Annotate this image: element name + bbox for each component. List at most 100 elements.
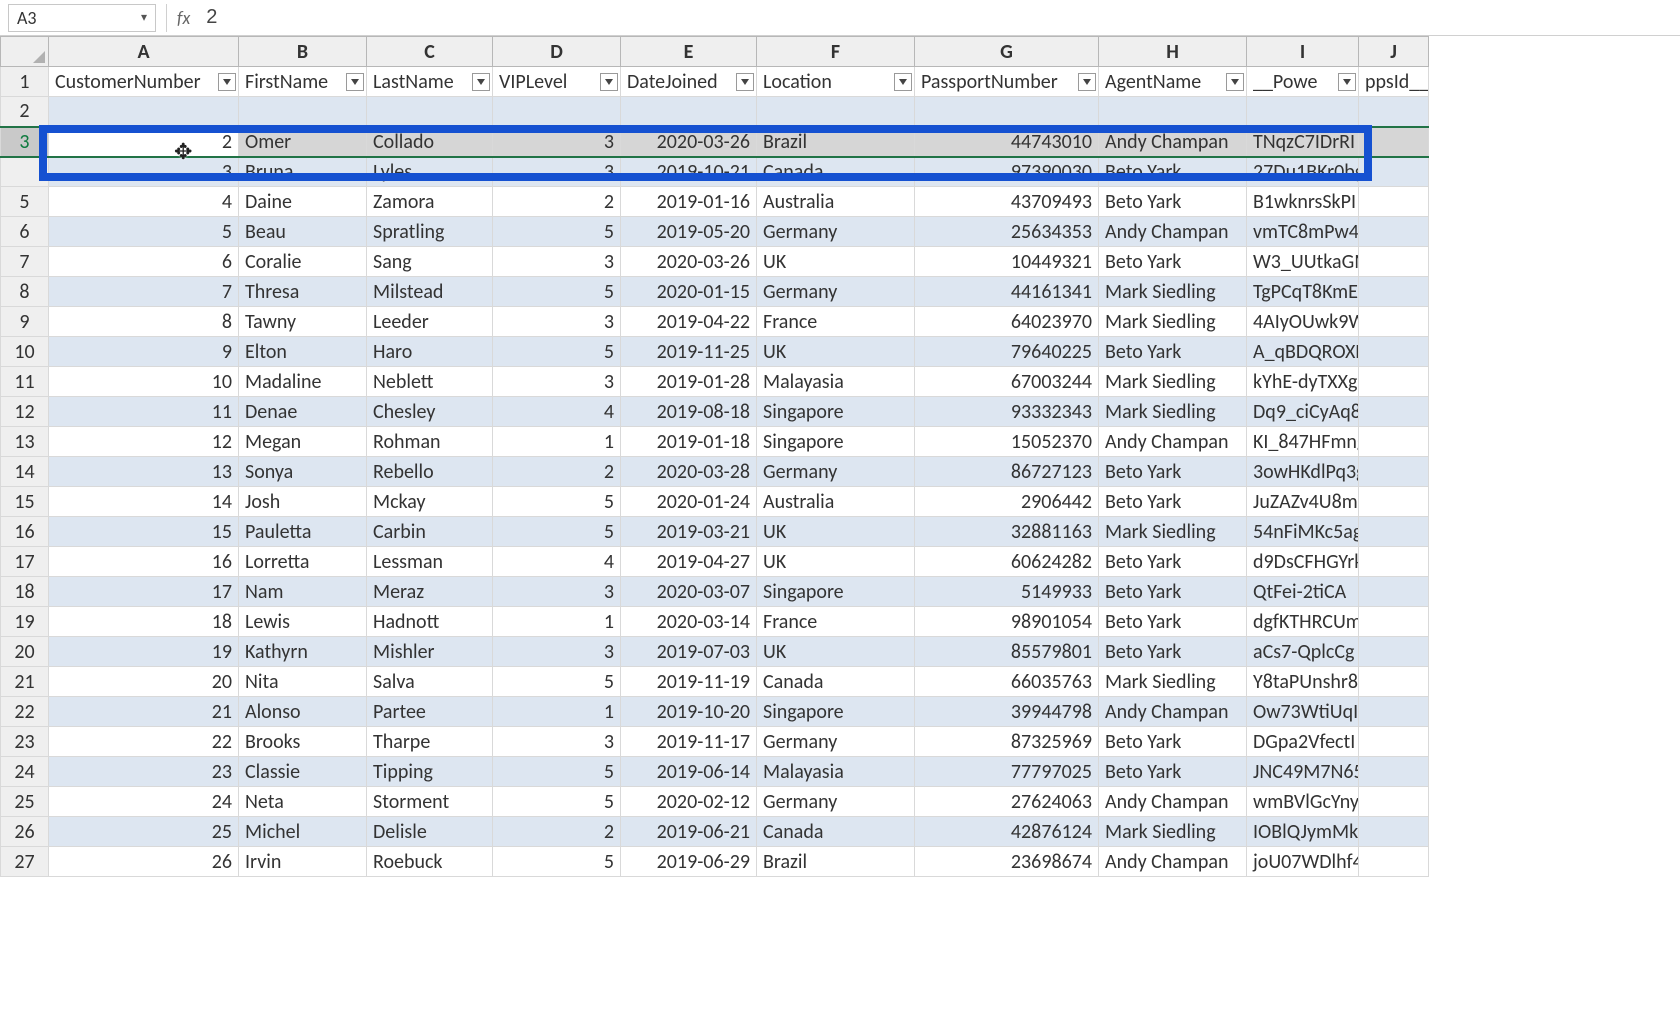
- cell[interactable]: Rohman: [367, 427, 493, 457]
- table-row[interactable]: 76CoralieSang32020-03-26UK10449321Beto Y…: [1, 247, 1429, 277]
- cell[interactable]: KI_847HFmng: [1247, 427, 1359, 457]
- header-lastname[interactable]: LastName: [367, 67, 493, 97]
- col-header-E[interactable]: E: [621, 37, 757, 67]
- cell[interactable]: joU07WDlhf4: [1247, 847, 1359, 877]
- row-header-21[interactable]: 21: [1, 667, 49, 697]
- cell[interactable]: 39944798: [915, 697, 1099, 727]
- cell[interactable]: Meraz: [367, 577, 493, 607]
- cell[interactable]: Dq9_ciCyAq8: [1247, 397, 1359, 427]
- row-header-15[interactable]: 15: [1, 487, 49, 517]
- cell[interactable]: 2020-03-07: [621, 577, 757, 607]
- cell[interactable]: IOBlQJymMkY: [1247, 817, 1359, 847]
- cell[interactable]: [1359, 337, 1429, 367]
- cell[interactable]: 25: [49, 817, 239, 847]
- cell[interactable]: 2019-01-16: [621, 187, 757, 217]
- cell[interactable]: [1359, 307, 1429, 337]
- cell[interactable]: 15052370: [915, 427, 1099, 457]
- cell[interactable]: 3: [493, 307, 621, 337]
- filter-dropdown-icon[interactable]: [472, 73, 490, 91]
- fx-label[interactable]: fx: [177, 7, 190, 29]
- cell[interactable]: Coralie: [239, 247, 367, 277]
- cell[interactable]: 67003244: [915, 367, 1099, 397]
- cell[interactable]: Canada: [757, 667, 915, 697]
- cell[interactable]: 97390030: [915, 157, 1099, 187]
- table-row[interactable]: 54DaineZamora22019-01-16Australia4370949…: [1, 187, 1429, 217]
- cell[interactable]: 22: [49, 727, 239, 757]
- cell[interactable]: [1359, 547, 1429, 577]
- cell[interactable]: 16: [49, 547, 239, 577]
- cell[interactable]: [1359, 157, 1429, 187]
- cell[interactable]: Haro: [367, 337, 493, 367]
- header-firstname[interactable]: FirstName: [239, 67, 367, 97]
- cell[interactable]: 2019-04-22: [621, 307, 757, 337]
- cell[interactable]: Michel: [239, 817, 367, 847]
- cell[interactable]: Salva: [367, 667, 493, 697]
- cell[interactable]: [1359, 787, 1429, 817]
- cell[interactable]: 8: [49, 307, 239, 337]
- cell[interactable]: [1359, 847, 1429, 877]
- col-header-D[interactable]: D: [493, 37, 621, 67]
- cell[interactable]: 14: [49, 487, 239, 517]
- cell[interactable]: 86727123: [915, 457, 1099, 487]
- cell[interactable]: 2019-11-19: [621, 667, 757, 697]
- cell[interactable]: 2019-11-17: [621, 727, 757, 757]
- cell[interactable]: Beto Yark: [1099, 157, 1247, 187]
- cell[interactable]: Andy Champan: [1099, 427, 1247, 457]
- row-header-20[interactable]: 20: [1, 637, 49, 667]
- cell[interactable]: Rebello: [367, 457, 493, 487]
- header-customernumber[interactable]: CustomerNumber: [49, 67, 239, 97]
- cell[interactable]: 4: [49, 187, 239, 217]
- cell[interactable]: Australia: [757, 187, 915, 217]
- cell[interactable]: A_qBDQROXFk: [1247, 337, 1359, 367]
- header-passportnumber[interactable]: PassportNumber: [915, 67, 1099, 97]
- cell[interactable]: Beto Yark: [1099, 187, 1247, 217]
- cell[interactable]: 3owHKdlPq3g: [1247, 457, 1359, 487]
- cell[interactable]: 12: [49, 427, 239, 457]
- row-header-10[interactable]: 10: [1, 337, 49, 367]
- cell[interactable]: 2020-01-15: [621, 277, 757, 307]
- cell[interactable]: Malayasia: [757, 367, 915, 397]
- cell[interactable]: Kathyrn: [239, 637, 367, 667]
- cell[interactable]: 5: [493, 487, 621, 517]
- cell[interactable]: Andy Champan: [1099, 847, 1247, 877]
- cell[interactable]: Bruna: [239, 157, 367, 187]
- cell[interactable]: Alonso: [239, 697, 367, 727]
- cell[interactable]: Mark Siedling: [1099, 367, 1247, 397]
- cell[interactable]: 2019-06-29: [621, 847, 757, 877]
- cell[interactable]: [1359, 757, 1429, 787]
- cell[interactable]: 13: [49, 457, 239, 487]
- table-row[interactable]: 2221AlonsoPartee12019-10-20Singapore3994…: [1, 697, 1429, 727]
- cell[interactable]: [1359, 577, 1429, 607]
- cell[interactable]: Sonya: [239, 457, 367, 487]
- col-header-A[interactable]: A: [49, 37, 239, 67]
- cell[interactable]: UK: [757, 337, 915, 367]
- cell[interactable]: 2020-03-26: [621, 247, 757, 277]
- row-header-1[interactable]: 1: [1, 67, 49, 97]
- cell[interactable]: [1359, 517, 1429, 547]
- cell[interactable]: Roebuck: [367, 847, 493, 877]
- cell[interactable]: Tawny: [239, 307, 367, 337]
- cell[interactable]: 23698674: [915, 847, 1099, 877]
- cell[interactable]: 3: [493, 637, 621, 667]
- cell[interactable]: 3: [493, 577, 621, 607]
- cell[interactable]: 9: [49, 337, 239, 367]
- cell[interactable]: Y8taPUnshr8: [1247, 667, 1359, 697]
- cell[interactable]: Nam: [239, 577, 367, 607]
- cell[interactable]: [1359, 187, 1429, 217]
- cell[interactable]: Tharpe: [367, 727, 493, 757]
- cell[interactable]: Denae: [239, 397, 367, 427]
- cell[interactable]: 2: [49, 127, 239, 157]
- cell[interactable]: Lyles: [367, 157, 493, 187]
- cell[interactable]: France: [757, 307, 915, 337]
- cell[interactable]: France: [757, 607, 915, 637]
- cell[interactable]: Leeder: [367, 307, 493, 337]
- col-header-F[interactable]: F: [757, 37, 915, 67]
- cell[interactable]: 2020-03-28: [621, 457, 757, 487]
- row-header-2[interactable]: 2: [1, 97, 49, 127]
- cell[interactable]: Beau: [239, 217, 367, 247]
- cell[interactable]: Germany: [757, 217, 915, 247]
- filter-dropdown-icon[interactable]: [1078, 73, 1096, 91]
- cell[interactable]: Mckay: [367, 487, 493, 517]
- cell[interactable]: Singapore: [757, 427, 915, 457]
- cell[interactable]: Beto Yark: [1099, 607, 1247, 637]
